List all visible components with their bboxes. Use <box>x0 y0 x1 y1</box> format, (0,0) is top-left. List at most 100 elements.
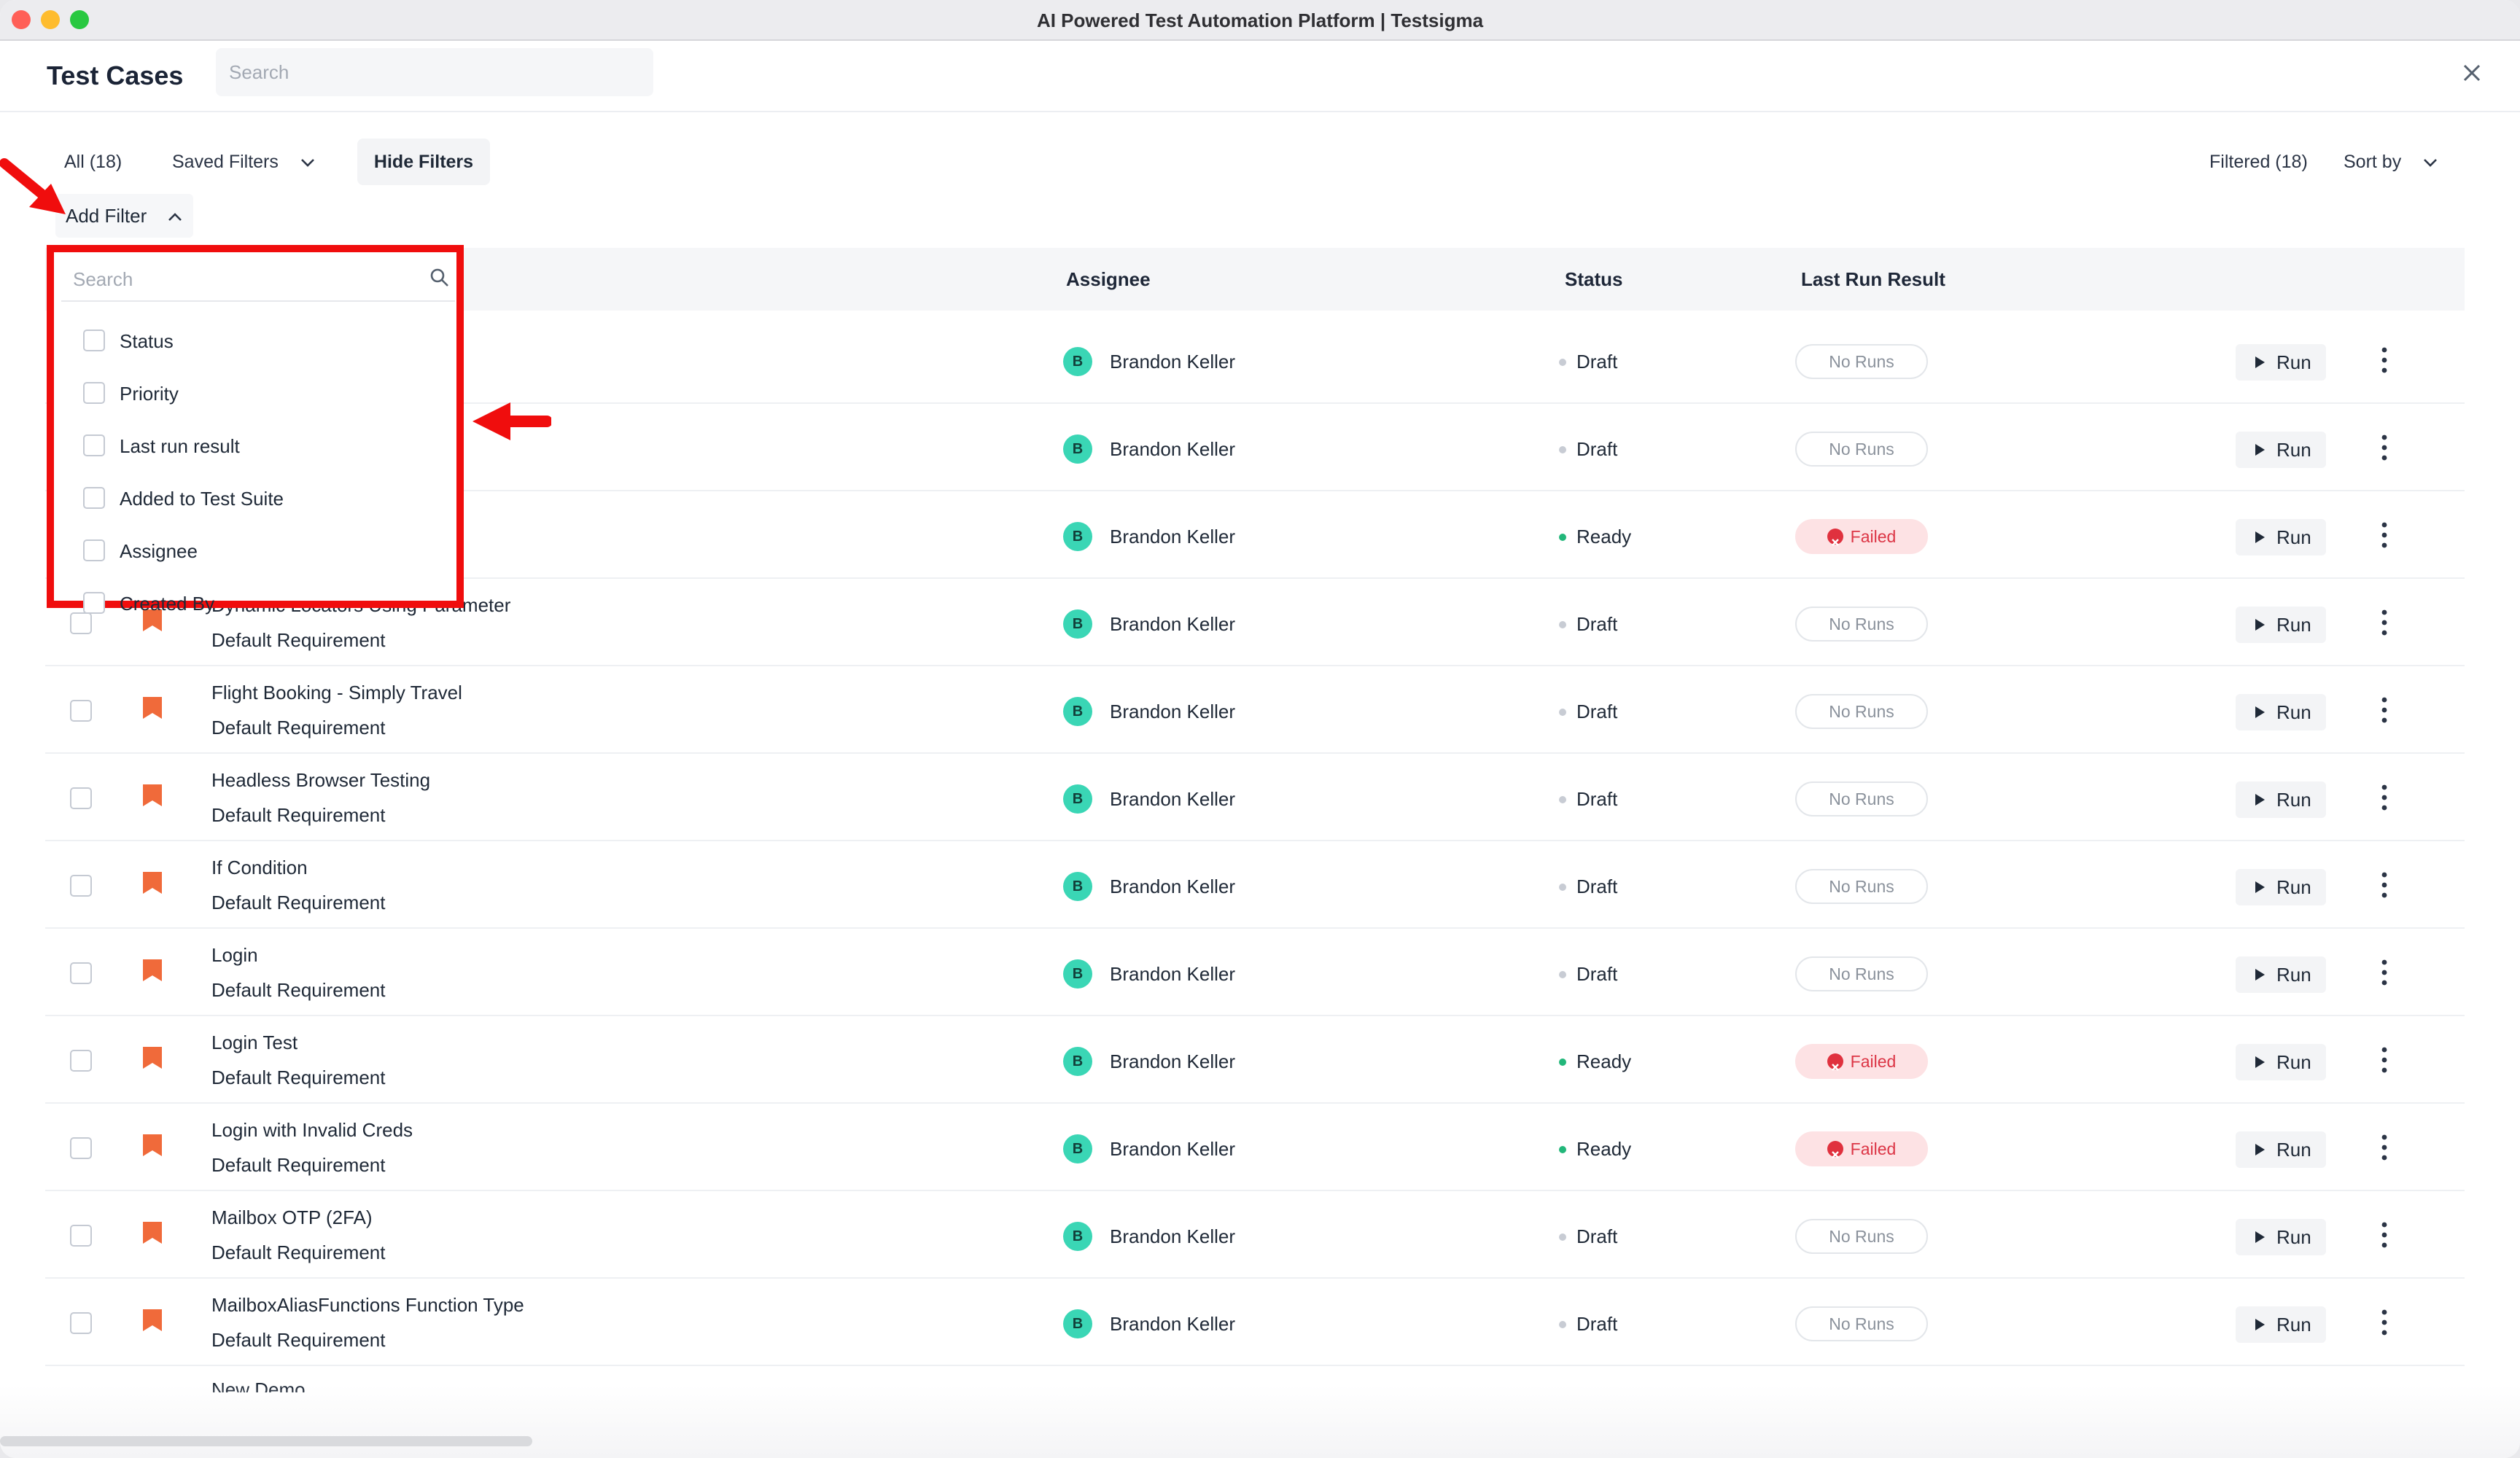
kebab-menu-icon[interactable] <box>2376 955 2393 990</box>
filter-option-checkbox[interactable] <box>83 487 105 509</box>
test-case-name[interactable]: Headless Browser Testing <box>211 767 430 793</box>
row-checkbox[interactable] <box>70 787 92 809</box>
avatar: B <box>1063 347 1092 376</box>
table-row[interactable]: MailboxAliasFunctions Function Type Defau… <box>45 1279 2465 1366</box>
filter-option[interactable]: Status <box>69 319 448 363</box>
run-button[interactable]: Run <box>2236 607 2326 643</box>
horizontal-scrollbar[interactable] <box>0 1436 532 1446</box>
table-row[interactable]: Login Test Default Requirement B Brandon Ke… <box>45 1016 2465 1104</box>
run-button[interactable]: Run <box>2236 1306 2326 1343</box>
assignee-name: Brandon Keller <box>1110 1225 1235 1247</box>
kebab-menu-icon[interactable] <box>2376 605 2393 640</box>
hide-filters-button[interactable]: Hide Filters <box>357 139 490 185</box>
test-case-name[interactable]: Login <box>211 942 258 968</box>
close-icon[interactable] <box>2456 57 2488 89</box>
assignee-name: Brandon Keller <box>1110 1313 1235 1335</box>
status-text: Ready <box>1576 1050 1632 1072</box>
filter-option[interactable]: Created By <box>69 582 448 625</box>
last-run-result-text: No Runs <box>1829 352 1894 371</box>
assignee-name: Brandon Keller <box>1110 351 1235 373</box>
play-icon <box>2255 1056 2265 1068</box>
sort-by-dropdown[interactable]: Sort by <box>2344 139 2438 185</box>
filter-option[interactable]: Priority <box>69 372 448 416</box>
kebab-menu-icon[interactable] <box>2376 518 2393 553</box>
table-row[interactable]: Mailbox OTP (2FA) Default Requirement B Bra… <box>45 1191 2465 1279</box>
kebab-menu-icon[interactable] <box>2376 430 2393 465</box>
filter-search-input[interactable] <box>61 258 455 302</box>
table-row[interactable]: Login Default Requirement B Brandon Keller D… <box>45 929 2465 1016</box>
table-row[interactable]: Headless Browser Testing Default Requirem… <box>45 754 2465 841</box>
filter-option-checkbox[interactable] <box>83 382 105 404</box>
run-button[interactable]: Run <box>2236 956 2326 993</box>
last-run-result-badge: Failed <box>1795 1044 1928 1079</box>
row-checkbox[interactable] <box>70 700 92 722</box>
test-case-name[interactable]: Login with Invalid Creds <box>211 1117 413 1143</box>
assignee-name: Brandon Keller <box>1110 438 1235 460</box>
test-case-name[interactable]: Mailbox OTP (2FA) <box>211 1204 373 1231</box>
saved-filters-dropdown[interactable]: Saved Filters <box>172 139 316 185</box>
run-button[interactable]: Run <box>2236 432 2326 468</box>
annotation-arrow <box>0 158 66 214</box>
filter-option-checkbox[interactable] <box>83 330 105 351</box>
search-input[interactable] <box>216 48 653 96</box>
kebab-menu-icon[interactable] <box>2376 1130 2393 1165</box>
assignee-name: Brandon Keller <box>1110 1138 1235 1160</box>
play-icon <box>2255 1231 2265 1243</box>
row-checkbox[interactable] <box>70 1312 92 1334</box>
filter-option[interactable]: Assignee <box>69 529 448 573</box>
run-button[interactable]: Run <box>2236 344 2326 381</box>
filter-option[interactable]: Added to Test Suite <box>69 477 448 521</box>
run-button[interactable]: Run <box>2236 1219 2326 1255</box>
requirement-name: Default Requirement <box>211 1241 386 1263</box>
status-text: Ready <box>1576 1138 1632 1160</box>
test-case-name[interactable]: If Condition <box>211 854 308 881</box>
status-dot-icon <box>1559 1059 1566 1066</box>
table-row[interactable]: Flight Booking - Simply Travel Default Re… <box>45 666 2465 754</box>
run-button[interactable]: Run <box>2236 869 2326 905</box>
filter-option-label: Status <box>120 330 174 352</box>
status-dot-icon <box>1559 709 1566 716</box>
kebab-menu-icon[interactable] <box>2376 1217 2393 1252</box>
status-dot-icon <box>1559 884 1566 891</box>
kebab-menu-icon[interactable] <box>2376 693 2393 728</box>
run-button[interactable]: Run <box>2236 1131 2326 1168</box>
run-button[interactable]: Run <box>2236 694 2326 730</box>
row-checkbox[interactable] <box>70 1050 92 1072</box>
run-label: Run <box>2276 614 2311 636</box>
priority-flag-icon <box>143 1222 162 1244</box>
last-run-result-text: No Runs <box>1829 790 1894 808</box>
play-icon <box>2255 706 2265 718</box>
avatar: B <box>1063 872 1092 901</box>
kebab-menu-icon[interactable] <box>2376 780 2393 815</box>
test-case-name[interactable]: MailboxAliasFunctions Function Type <box>211 1292 524 1318</box>
run-label: Run <box>2276 1226 2311 1248</box>
kebab-menu-icon[interactable] <box>2376 1042 2393 1077</box>
column-header-status[interactable]: Status <box>1565 248 1622 311</box>
column-header-assignee[interactable]: Assignee <box>1066 248 1151 311</box>
status-text: Draft <box>1576 613 1618 635</box>
run-button[interactable]: Run <box>2236 781 2326 818</box>
row-checkbox[interactable] <box>70 1137 92 1159</box>
filter-option[interactable]: Last run result <box>69 424 448 468</box>
avatar: B <box>1063 697 1092 726</box>
row-checkbox[interactable] <box>70 962 92 984</box>
row-checkbox[interactable] <box>70 875 92 897</box>
test-case-name[interactable]: Flight Booking - Simply Travel <box>211 679 462 706</box>
add-filter-button[interactable]: Add Filter <box>55 194 193 238</box>
table-row[interactable]: If Condition Default Requirement B Brandon … <box>45 841 2465 929</box>
filter-option-label: Added to Test Suite <box>120 488 284 510</box>
column-header-last-run-result[interactable]: Last Run Result <box>1801 248 1945 311</box>
kebab-menu-icon[interactable] <box>2376 1305 2393 1340</box>
kebab-menu-icon[interactable] <box>2376 343 2393 378</box>
filter-option-checkbox[interactable] <box>83 434 105 456</box>
table-row[interactable]: Login with Invalid Creds Default Requirem… <box>45 1104 2465 1191</box>
filter-option-checkbox[interactable] <box>83 539 105 561</box>
run-button[interactable]: Run <box>2236 1044 2326 1080</box>
test-case-name[interactable]: Login Test <box>211 1029 298 1056</box>
row-checkbox[interactable] <box>70 1225 92 1247</box>
play-icon <box>2255 531 2265 543</box>
run-button[interactable]: Run <box>2236 519 2326 555</box>
kebab-menu-icon[interactable] <box>2376 868 2393 903</box>
status-text: Draft <box>1576 963 1618 985</box>
filter-option-checkbox[interactable] <box>83 592 105 614</box>
